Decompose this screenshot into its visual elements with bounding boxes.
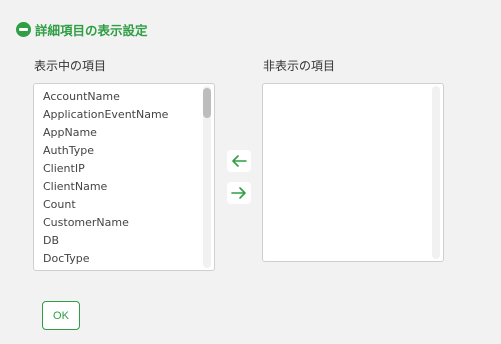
hidden-items-listbox[interactable] — [262, 83, 444, 262]
move-to-visible-button[interactable] — [227, 150, 251, 172]
list-item[interactable]: DocType — [43, 250, 168, 268]
scroll-thumb[interactable] — [203, 88, 211, 118]
section-header[interactable]: 詳細項目の表示設定 — [16, 20, 148, 39]
minus-circle-icon[interactable] — [16, 22, 31, 37]
list-item[interactable]: Count — [43, 196, 168, 214]
hidden-items-label: 非表示の項目 — [263, 59, 336, 73]
visible-list-scrollbar[interactable] — [203, 86, 211, 268]
section-title: 詳細項目の表示設定 — [35, 23, 148, 38]
list-item[interactable]: AppName — [43, 124, 168, 142]
list-item[interactable]: ClientName — [43, 178, 168, 196]
list-item[interactable]: DB — [43, 232, 168, 250]
list-item[interactable]: AuthType — [43, 142, 168, 160]
arrow-left-icon — [232, 155, 247, 167]
list-item[interactable]: ClientIP — [43, 160, 168, 178]
move-to-hidden-button[interactable] — [227, 182, 251, 204]
visible-items: AccountName ApplicationEventName AppName… — [43, 88, 168, 270]
list-item[interactable]: CustomerName — [43, 214, 168, 232]
list-item[interactable]: AccountName — [43, 88, 168, 106]
ok-button[interactable]: OK — [42, 301, 80, 330]
list-item[interactable]: ApplicationEventName — [43, 106, 168, 124]
visible-items-label: 表示中の項目 — [34, 59, 107, 73]
arrow-right-icon — [231, 187, 246, 199]
hidden-list-scrollbar[interactable] — [432, 86, 440, 259]
list-item[interactable]: … — [43, 268, 168, 270]
visible-items-listbox[interactable]: AccountName ApplicationEventName AppName… — [33, 83, 215, 271]
